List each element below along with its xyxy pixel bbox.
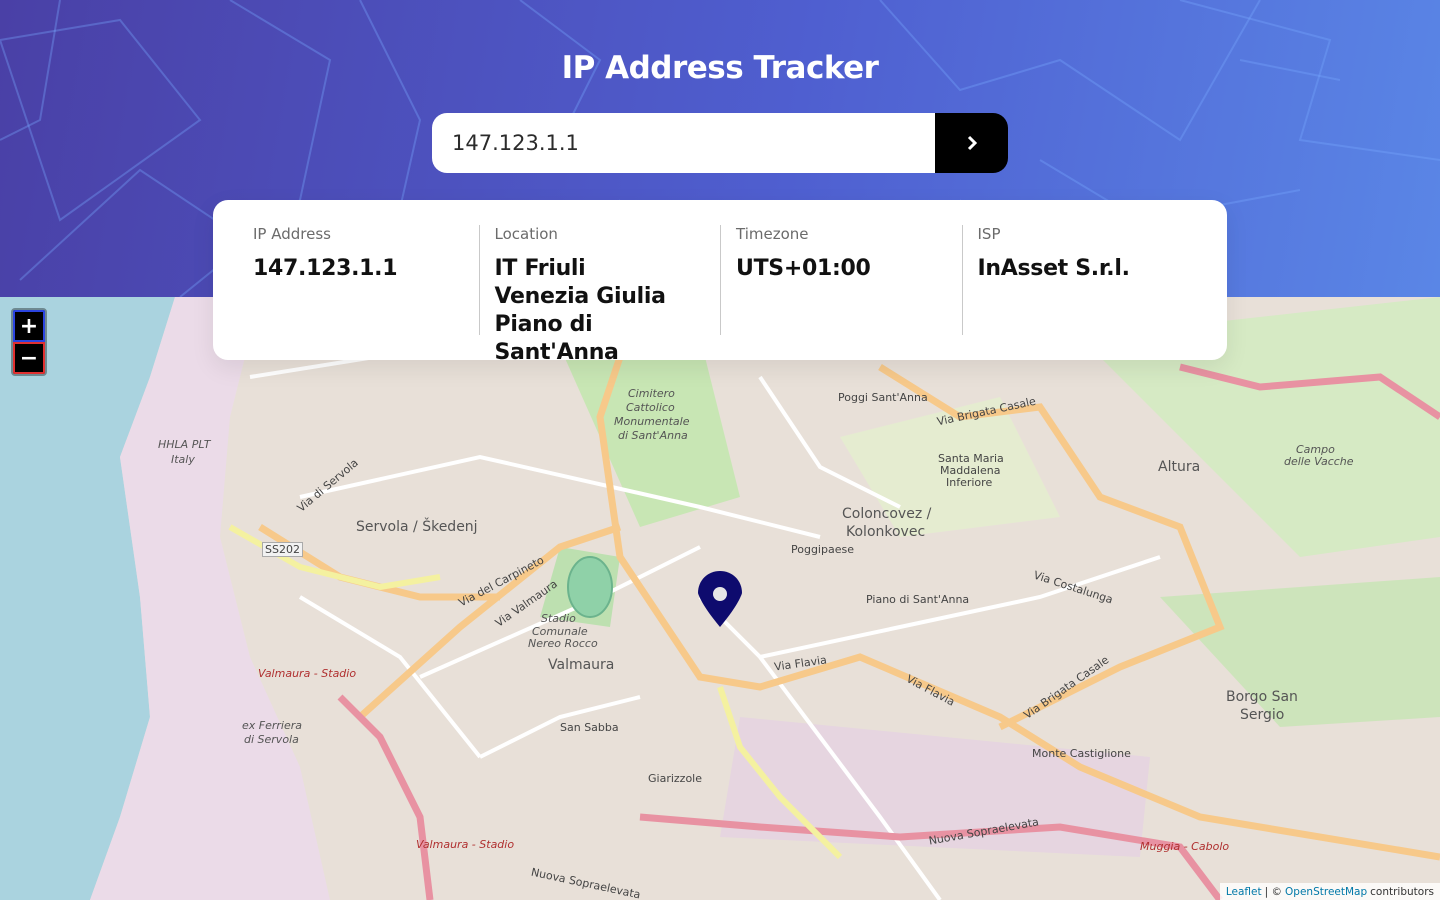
info-value: UTS+01:00	[736, 256, 871, 281]
map-label: Piano di Sant'Anna	[866, 593, 970, 606]
info-ip-address: IP Address 147.123.1.1	[213, 225, 455, 335]
map-label: HHLA PLT	[158, 438, 211, 451]
page-title: IP Address Tracker	[561, 50, 879, 86]
info-isp: ISP InAsset S.r.l.	[938, 225, 1180, 335]
info-value: InAsset S.r.l.	[977, 256, 1130, 281]
info-value: IT Friuli Venezia Giulia Piano di Sant'A…	[494, 256, 666, 365]
map-view[interactable]: Servola / Škedenj Valmaura Coloncovez / …	[0, 297, 1440, 900]
map-attribution: Leaflet | © OpenStreetMap contributors	[1219, 883, 1440, 900]
location-pin-icon[interactable]	[698, 571, 742, 627]
map-label: Kolonkovec	[846, 524, 926, 540]
info-label: IP Address	[253, 225, 331, 243]
map-label: Inferiore	[946, 476, 993, 489]
zoom-control: + −	[11, 308, 47, 376]
info-value: 147.123.1.1	[253, 256, 398, 281]
ip-search-form	[432, 113, 1008, 173]
map-label: Giarizzole	[648, 772, 703, 785]
chevron-right-icon	[967, 135, 977, 151]
map-label: di Sant'Anna	[618, 429, 688, 442]
map-label: Valmaura	[548, 657, 615, 673]
info-timezone: Timezone UTS+01:00	[696, 225, 938, 335]
map-label: Muggia - Cabolo	[1140, 840, 1230, 853]
ip-search-input[interactable]	[432, 113, 935, 173]
map-label: Valmaura - Stadio	[416, 838, 515, 851]
info-label: Location	[494, 225, 558, 243]
map-label: delle Vacche	[1284, 455, 1354, 468]
map-label: Monumentale	[614, 415, 690, 428]
info-label: ISP	[977, 225, 1001, 243]
map-label: Nereo Rocco	[528, 637, 598, 650]
attribution-separator: | ©	[1264, 885, 1283, 898]
leaflet-link[interactable]: Leaflet	[1226, 886, 1262, 898]
map-label: ex Ferriera	[242, 719, 303, 732]
map-label: Borgo San	[1226, 689, 1298, 705]
osm-link[interactable]: OpenStreetMap	[1285, 886, 1367, 898]
map-label: Cimitero	[628, 387, 675, 400]
map-label: Stadio	[541, 612, 576, 625]
map-tiles	[0, 297, 1440, 900]
map-label: Altura	[1158, 459, 1201, 475]
map-label: San Sabba	[560, 721, 619, 734]
map-label: Poggipaese	[791, 543, 854, 556]
zoom-out-button[interactable]: −	[13, 342, 45, 374]
map-label: Coloncovez /	[842, 506, 932, 522]
map-label: Cattolico	[626, 401, 675, 414]
map-label: Sergio	[1240, 707, 1285, 723]
search-submit-button[interactable]	[935, 113, 1008, 173]
map-label: Valmaura - Stadio	[258, 667, 357, 680]
map-label: Monte Castiglione	[1032, 747, 1131, 760]
zoom-in-button[interactable]: +	[13, 310, 45, 342]
map-label: SS202	[262, 542, 303, 557]
ip-info-card: IP Address 147.123.1.1 Location IT Friul…	[213, 200, 1227, 365]
info-location: Location IT Friuli Venezia Giulia Piano …	[455, 225, 697, 365]
info-label: Timezone	[736, 225, 809, 243]
map-label: Poggi Sant'Anna	[838, 391, 928, 404]
attribution-suffix: contributors	[1370, 885, 1434, 898]
map-label: Italy	[171, 453, 195, 466]
map-label: di Servola	[244, 733, 299, 746]
map-label: Servola / Škedenj	[356, 519, 478, 535]
